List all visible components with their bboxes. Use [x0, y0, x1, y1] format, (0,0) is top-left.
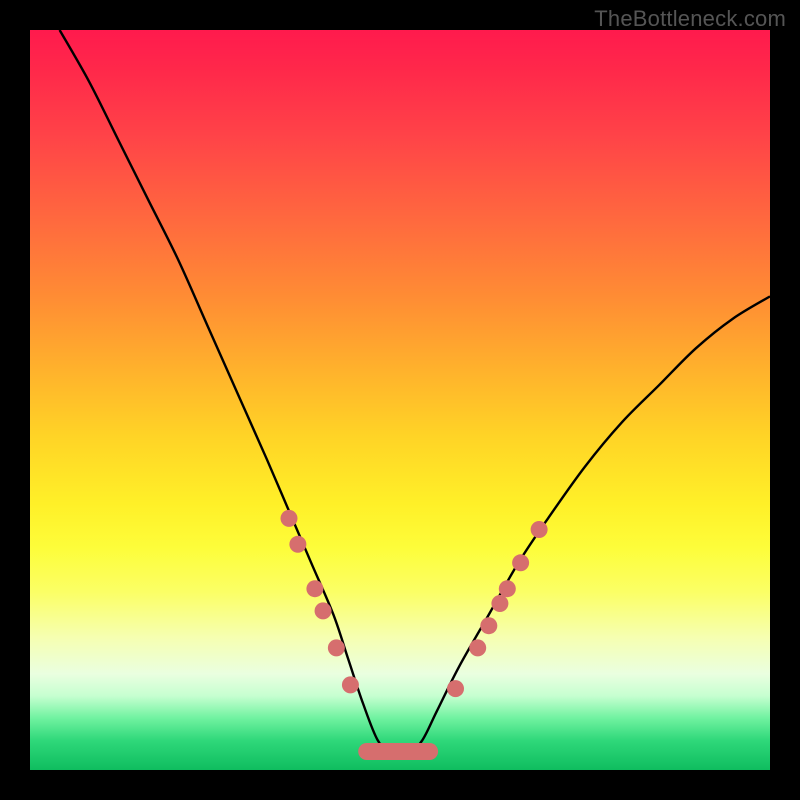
data-marker — [447, 680, 464, 697]
data-marker — [289, 536, 306, 553]
markers-left-group — [281, 510, 359, 694]
curve-layer — [30, 30, 770, 770]
data-marker — [281, 510, 298, 527]
watermark-text: TheBottleneck.com — [594, 6, 786, 32]
markers-right-group — [447, 521, 548, 697]
data-marker — [531, 521, 548, 538]
data-marker — [491, 595, 508, 612]
markers-bottom-group — [358, 743, 438, 760]
data-marker — [342, 676, 359, 693]
data-marker-pill — [358, 743, 438, 760]
data-marker — [328, 639, 345, 656]
data-marker — [315, 602, 332, 619]
data-marker — [512, 554, 529, 571]
data-marker — [469, 639, 486, 656]
data-marker — [499, 580, 516, 597]
data-marker — [306, 580, 323, 597]
chart-frame: TheBottleneck.com — [0, 0, 800, 800]
plot-area — [30, 30, 770, 770]
bottleneck-curve — [60, 30, 770, 757]
data-marker — [480, 617, 497, 634]
